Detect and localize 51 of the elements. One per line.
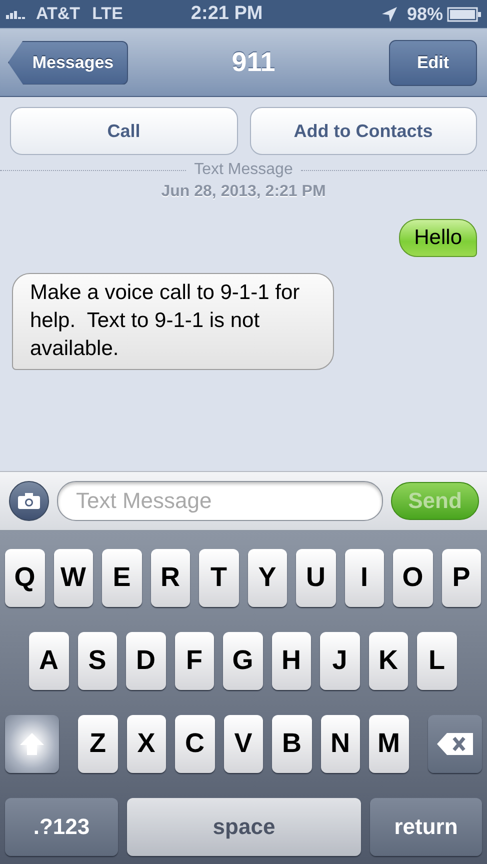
action-button[interactable]: Add to Contacts xyxy=(250,107,477,155)
letter-key[interactable]: D xyxy=(126,632,166,690)
letter-key[interactable]: Q xyxy=(5,548,44,606)
letter-key[interactable]: F xyxy=(174,632,214,690)
camera-icon xyxy=(18,492,40,508)
letter-key[interactable]: H xyxy=(272,632,311,690)
letter-key[interactable]: K xyxy=(368,632,408,690)
delete-key[interactable] xyxy=(428,714,482,772)
letter-key[interactable]: T xyxy=(199,548,238,606)
camera-button[interactable] xyxy=(9,480,49,520)
letter-key[interactable]: W xyxy=(54,548,93,606)
message-timestamp: Jun 28, 2013, 2:21 PM xyxy=(161,183,326,201)
letter-key[interactable]: R xyxy=(150,548,190,606)
letter-key[interactable]: Y xyxy=(248,548,287,606)
divider-label: Text Message xyxy=(194,161,293,179)
location-arrow-icon xyxy=(382,6,397,22)
backspace-icon xyxy=(436,732,472,754)
letter-key[interactable]: B xyxy=(272,714,312,772)
battery-icon xyxy=(447,6,481,22)
shift-key[interactable] xyxy=(5,714,59,772)
action-button[interactable]: Call xyxy=(10,107,238,155)
letter-key[interactable]: G xyxy=(223,632,262,690)
letter-key[interactable]: U xyxy=(296,548,336,606)
letter-key[interactable]: J xyxy=(320,632,360,690)
back-button[interactable]: Messages xyxy=(8,40,128,84)
letter-key[interactable]: N xyxy=(320,714,360,772)
battery-percent: 98% xyxy=(406,4,443,24)
letter-key[interactable]: Z xyxy=(78,714,118,772)
carrier-name: AT&T xyxy=(36,4,80,24)
edit-button[interactable]: Edit xyxy=(389,40,477,86)
letter-key[interactable]: V xyxy=(224,714,263,772)
network-type: LTE xyxy=(92,4,123,24)
return-key[interactable]: return xyxy=(370,798,482,856)
letter-key[interactable]: E xyxy=(102,548,142,606)
letter-key[interactable]: S xyxy=(78,632,117,690)
letter-key[interactable]: I xyxy=(344,548,384,606)
letter-key[interactable]: M xyxy=(369,714,408,772)
letter-key[interactable]: L xyxy=(417,632,456,690)
sent-message-bubble: Hello xyxy=(399,219,477,257)
letter-key[interactable]: P xyxy=(442,548,481,606)
letter-key[interactable]: O xyxy=(393,548,432,606)
letter-key[interactable]: X xyxy=(126,714,166,772)
conversation-title: 911 xyxy=(232,47,276,78)
letter-key[interactable]: C xyxy=(175,714,214,772)
numbers-key[interactable]: .?123 xyxy=(5,798,118,856)
message-input-field[interactable]: Text Message xyxy=(57,480,383,520)
letter-key[interactable]: A xyxy=(29,632,68,690)
shift-arrow-icon xyxy=(20,732,44,754)
status-time: 2:21 PM xyxy=(190,3,263,25)
space-key[interactable]: space xyxy=(127,798,361,856)
received-message-bubble: Make a voice call to 9-1-1 for help. Text to 9-1-1 is not available. xyxy=(12,273,334,370)
